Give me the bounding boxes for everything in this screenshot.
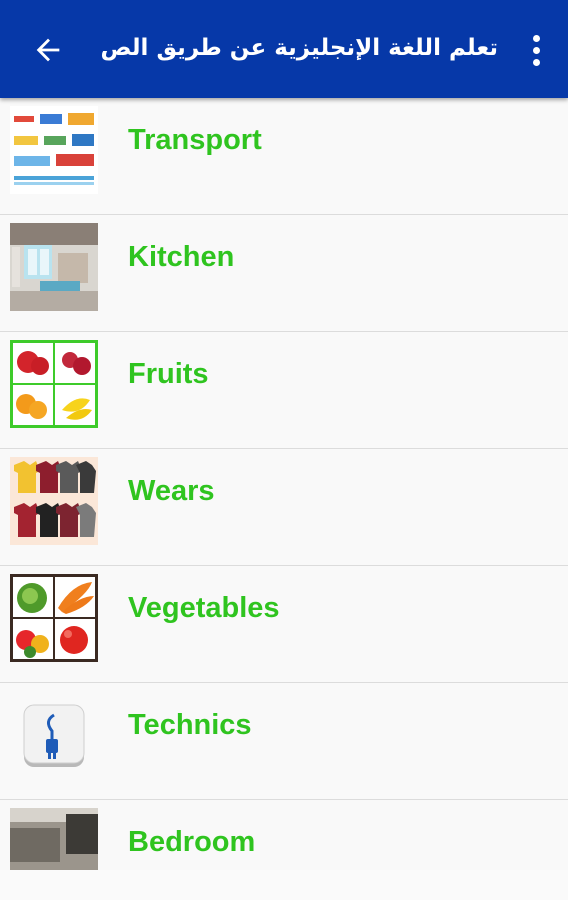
list-item-kitchen[interactable]: Kitchen: [0, 215, 568, 332]
bottom-area: [0, 870, 568, 900]
kitchen-thumbnail: [10, 223, 98, 311]
category-label: Technics: [128, 709, 252, 741]
list-item-fruits[interactable]: Fruits: [0, 332, 568, 449]
app-bar: تعلم اللغة الإنجليزية عن طريق الص...: [0, 0, 568, 98]
list-item-technics[interactable]: Technics: [0, 683, 568, 800]
category-list: Transport Kitchen Fruits Wears Vegetable…: [0, 98, 568, 870]
list-item-vegetables[interactable]: Vegetables: [0, 566, 568, 683]
category-label: Fruits: [128, 358, 209, 390]
category-label: Wears: [128, 475, 215, 507]
plug-icon: [10, 691, 98, 779]
list-item-wears[interactable]: Wears: [0, 449, 568, 566]
more-vert-dot: [532, 46, 540, 54]
transport-thumbnail: [10, 106, 98, 194]
back-button[interactable]: [22, 24, 74, 76]
list-item-bedroom[interactable]: Bedroom: [0, 800, 568, 870]
wears-thumbnail: [10, 457, 98, 545]
page-title: تعلم اللغة الإنجليزية عن طريق الص...: [100, 35, 498, 61]
list-item-transport[interactable]: Transport: [0, 98, 568, 215]
category-label: Vegetables: [128, 592, 280, 624]
bedroom-thumbnail: [10, 808, 98, 870]
category-label: Transport: [128, 124, 262, 156]
overflow-menu-button[interactable]: [516, 26, 556, 74]
more-vert-dot: [532, 58, 540, 66]
arrow-left-icon: [36, 38, 60, 62]
category-label: Bedroom: [128, 826, 256, 858]
fruits-thumbnail: [10, 340, 98, 428]
vegetables-thumbnail: [10, 574, 98, 662]
category-label: Kitchen: [128, 241, 235, 273]
more-vert-icon: [532, 34, 540, 42]
